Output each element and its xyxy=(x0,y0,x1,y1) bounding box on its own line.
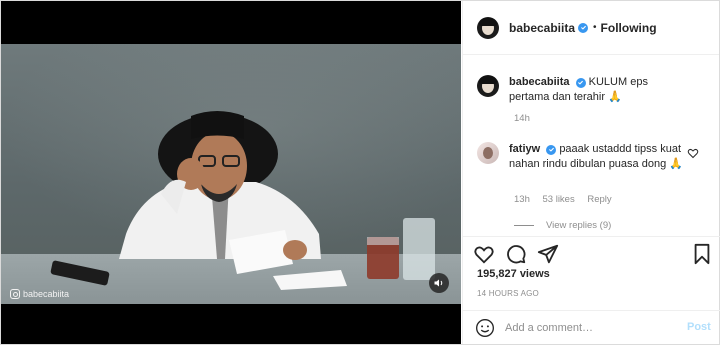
comment-like-heart-icon[interactable] xyxy=(687,147,699,159)
view-replies-button[interactable]: View replies (9) xyxy=(514,220,611,231)
caption-age[interactable]: 14h xyxy=(514,113,530,124)
post-side-panel: babecabiita • Following babecabiita KULU… xyxy=(462,1,720,344)
view-count[interactable]: 195,827 views xyxy=(477,268,550,280)
post-timestamp[interactable]: 14 HOURS AGO xyxy=(477,289,539,298)
post-actions: 195,827 views 14 HOURS AGO xyxy=(463,236,720,302)
save-bookmark-icon[interactable] xyxy=(691,243,713,265)
emoji-smiley-icon[interactable] xyxy=(475,318,495,338)
caption-text-block: babecabiita KULUM eps pertama dan terahi… xyxy=(509,75,689,105)
comments-section: babecabiita KULUM eps pertama dan terahi… xyxy=(463,56,720,236)
caption-row: babecabiita KULUM eps pertama dan terahi… xyxy=(477,75,689,105)
video-scene-illustration xyxy=(50,111,435,290)
comment-text-block: fatiyw paaak ustaddd tipss kuat nahan ri… xyxy=(509,142,689,172)
instagram-icon xyxy=(10,289,20,299)
post-header: babecabiita • Following xyxy=(463,1,719,55)
like-heart-icon[interactable] xyxy=(473,243,495,265)
commenter-avatar[interactable] xyxy=(477,142,499,164)
following-button[interactable]: Following xyxy=(601,21,657,35)
verified-badge-icon xyxy=(578,22,589,33)
view-replies-label[interactable]: View replies (9) xyxy=(546,220,611,231)
comment-bubble-icon[interactable] xyxy=(505,243,527,265)
replies-divider xyxy=(514,225,534,226)
caption-meta: 14h xyxy=(514,113,540,124)
sound-toggle-button[interactable] xyxy=(429,273,449,293)
comment-username[interactable]: fatiyw xyxy=(509,143,540,155)
video-frame[interactable]: babecabiita xyxy=(1,44,461,304)
comment-likes[interactable]: 53 likes xyxy=(543,194,575,205)
comment-reply-button[interactable]: Reply xyxy=(587,194,611,205)
watermark-label: babecabiita xyxy=(23,289,70,299)
action-icons xyxy=(473,243,713,265)
caption-avatar[interactable] xyxy=(477,75,499,97)
post-comment-button[interactable]: Post xyxy=(687,321,711,333)
header-separator: • xyxy=(593,22,597,33)
verified-badge-icon xyxy=(575,77,586,88)
video-player[interactable]: babecabiita xyxy=(1,1,461,344)
verified-badge-icon xyxy=(546,144,557,155)
speaker-icon xyxy=(434,279,443,287)
author-avatar[interactable] xyxy=(477,16,499,39)
share-send-icon[interactable] xyxy=(537,243,559,265)
comment-composer: Post xyxy=(463,310,720,344)
comment-age[interactable]: 13h xyxy=(514,194,530,205)
comment-input[interactable] xyxy=(505,319,675,337)
comment-meta: 13h 53 likes Reply xyxy=(514,194,622,205)
caption-username[interactable]: babecabiita xyxy=(509,76,570,88)
author-username[interactable]: babecabiita xyxy=(509,21,575,35)
comment-row: fatiyw paaak ustaddd tipss kuat nahan ri… xyxy=(477,142,689,172)
video-watermark: babecabiita xyxy=(10,289,69,299)
